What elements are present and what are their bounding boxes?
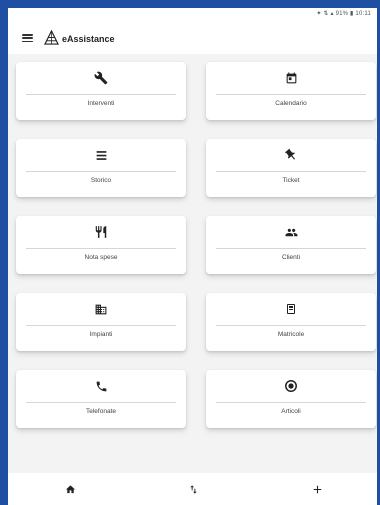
tile-label: Storico [90,177,112,184]
tile-label: Ticket [282,177,300,184]
target-icon [206,378,376,394]
app-title: eAssistance [62,34,115,44]
tile-label: Clienti [281,254,301,261]
tile-divider [26,248,176,249]
tile-label: Matricole [277,331,305,338]
building-icon [16,301,186,317]
tile-divider [216,248,366,249]
plus-icon[interactable] [308,481,326,497]
app-bar: ✦ ⇅ ▴ 91% ▮ 10:11 eAssistance [8,8,377,54]
tile-ticket[interactable]: Ticket [206,139,376,197]
tile-label: Interventi [87,100,115,107]
home-icon[interactable] [61,481,79,497]
tile-label: Nota spese [84,254,118,261]
tile-divider [26,171,176,172]
pushpin-icon [206,147,376,163]
app-window: ✦ ⇅ ▴ 91% ▮ 10:11 eAssistance Interventi… [0,0,380,505]
tile-interventi[interactable]: Interventi [16,62,186,120]
hamburger-menu-icon[interactable] [22,34,33,42]
tile-nota-spese[interactable]: Nota spese [16,216,186,274]
tile-label: Telefonate [86,408,116,415]
tile-divider [216,171,366,172]
tile-telefonate[interactable]: Telefonate [16,370,186,428]
wrench-icon [16,70,186,86]
tile-matricole[interactable]: Matricole [206,293,376,351]
tile-label: Impianti [89,331,113,338]
tile-divider [216,402,366,403]
people-icon [206,224,376,240]
phone-icon [16,378,186,394]
tile-storico[interactable]: Storico [16,139,186,197]
tile-clienti[interactable]: Clienti [206,216,376,274]
tile-label: Articoli [281,408,301,415]
tile-label: Calendario [275,100,307,107]
bottom-nav [8,473,377,505]
tile-calendario[interactable]: Calendario [206,62,376,120]
tile-divider [26,402,176,403]
restaurant-icon [16,224,186,240]
tile-divider [26,325,176,326]
status-bar: ✦ ⇅ ▴ 91% ▮ 10:11 [316,11,371,17]
tile-articoli[interactable]: Articoli [206,370,376,428]
tile-divider [216,325,366,326]
tile-divider [26,94,176,95]
list-icon [16,147,186,163]
sync-arrows-icon[interactable] [184,481,202,497]
calendar-icon [206,70,376,86]
document-icon [206,301,376,317]
pyramid-logo-icon [44,30,59,45]
tile-impianti[interactable]: Impianti [16,293,186,351]
tile-divider [216,94,366,95]
